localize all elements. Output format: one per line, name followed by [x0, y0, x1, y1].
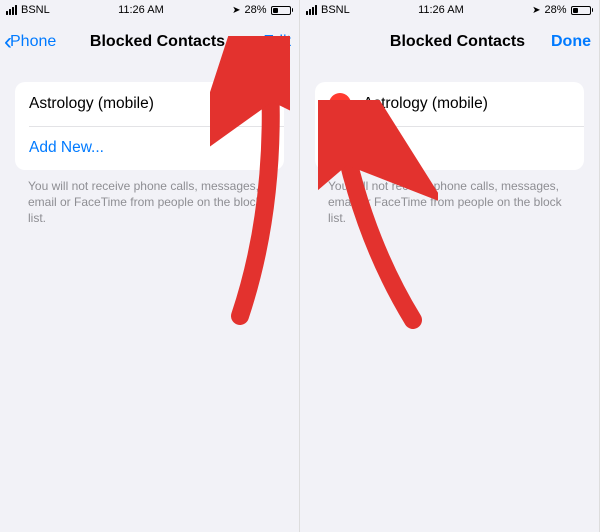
edit-button[interactable]: Edit	[241, 33, 291, 51]
location-arrow-icon: ➤	[532, 5, 540, 16]
battery-icon	[271, 6, 294, 15]
nav-bar: ‹ Phone Blocked Contacts Edit	[0, 20, 299, 64]
cell-signal-icon	[306, 5, 317, 15]
add-new-label: Add New...	[329, 139, 404, 157]
content-area: Astrology (mobile) Add New... You will n…	[0, 64, 299, 227]
battery-percentage: 28%	[244, 4, 266, 16]
status-bar: BSNL 11:26 AM ➤ 28%	[0, 0, 299, 20]
status-time: 11:26 AM	[418, 4, 464, 16]
edit-label: Edit	[263, 33, 291, 50]
done-button[interactable]: Done	[541, 33, 591, 51]
status-time: 11:26 AM	[118, 4, 164, 16]
carrier-label: BSNL	[321, 4, 350, 16]
add-new-row[interactable]: Add New...	[15, 126, 284, 170]
blocked-list: Astrology (mobile) Add New...	[15, 82, 284, 170]
contact-name: Astrology (mobile)	[29, 95, 154, 113]
screen-right: BSNL 11:26 AM ➤ 28% Blocked Contacts Don…	[300, 0, 600, 532]
battery-icon	[571, 6, 594, 15]
battery-percentage: 28%	[544, 4, 566, 16]
footer-note: You will not receive phone calls, messag…	[328, 178, 571, 227]
remove-minus-icon[interactable]	[329, 93, 351, 115]
carrier-label: BSNL	[21, 4, 50, 16]
page-title: Blocked Contacts	[374, 33, 541, 51]
content-area: Astrology (mobile) Add New... You will n…	[300, 64, 599, 227]
status-bar: BSNL 11:26 AM ➤ 28%	[300, 0, 599, 20]
back-button[interactable]: ‹ Phone	[4, 30, 74, 54]
footer-note: You will not receive phone calls, messag…	[28, 178, 271, 227]
add-new-row[interactable]: Add New...	[315, 126, 584, 170]
contact-name: Astrology (mobile)	[363, 95, 488, 113]
nav-bar: Blocked Contacts Done	[300, 20, 599, 64]
location-arrow-icon: ➤	[232, 5, 240, 16]
page-title: Blocked Contacts	[74, 33, 241, 51]
add-new-label: Add New...	[29, 139, 104, 157]
done-label: Done	[551, 33, 591, 50]
cell-signal-icon	[6, 5, 17, 15]
screen-left: BSNL 11:26 AM ➤ 28% ‹ Phone Blocked Cont…	[0, 0, 300, 532]
back-label: Phone	[10, 33, 56, 51]
blocked-contact-row[interactable]: Astrology (mobile)	[15, 82, 284, 126]
blocked-contact-row[interactable]: Astrology (mobile)	[315, 82, 584, 126]
blocked-list: Astrology (mobile) Add New...	[315, 82, 584, 170]
